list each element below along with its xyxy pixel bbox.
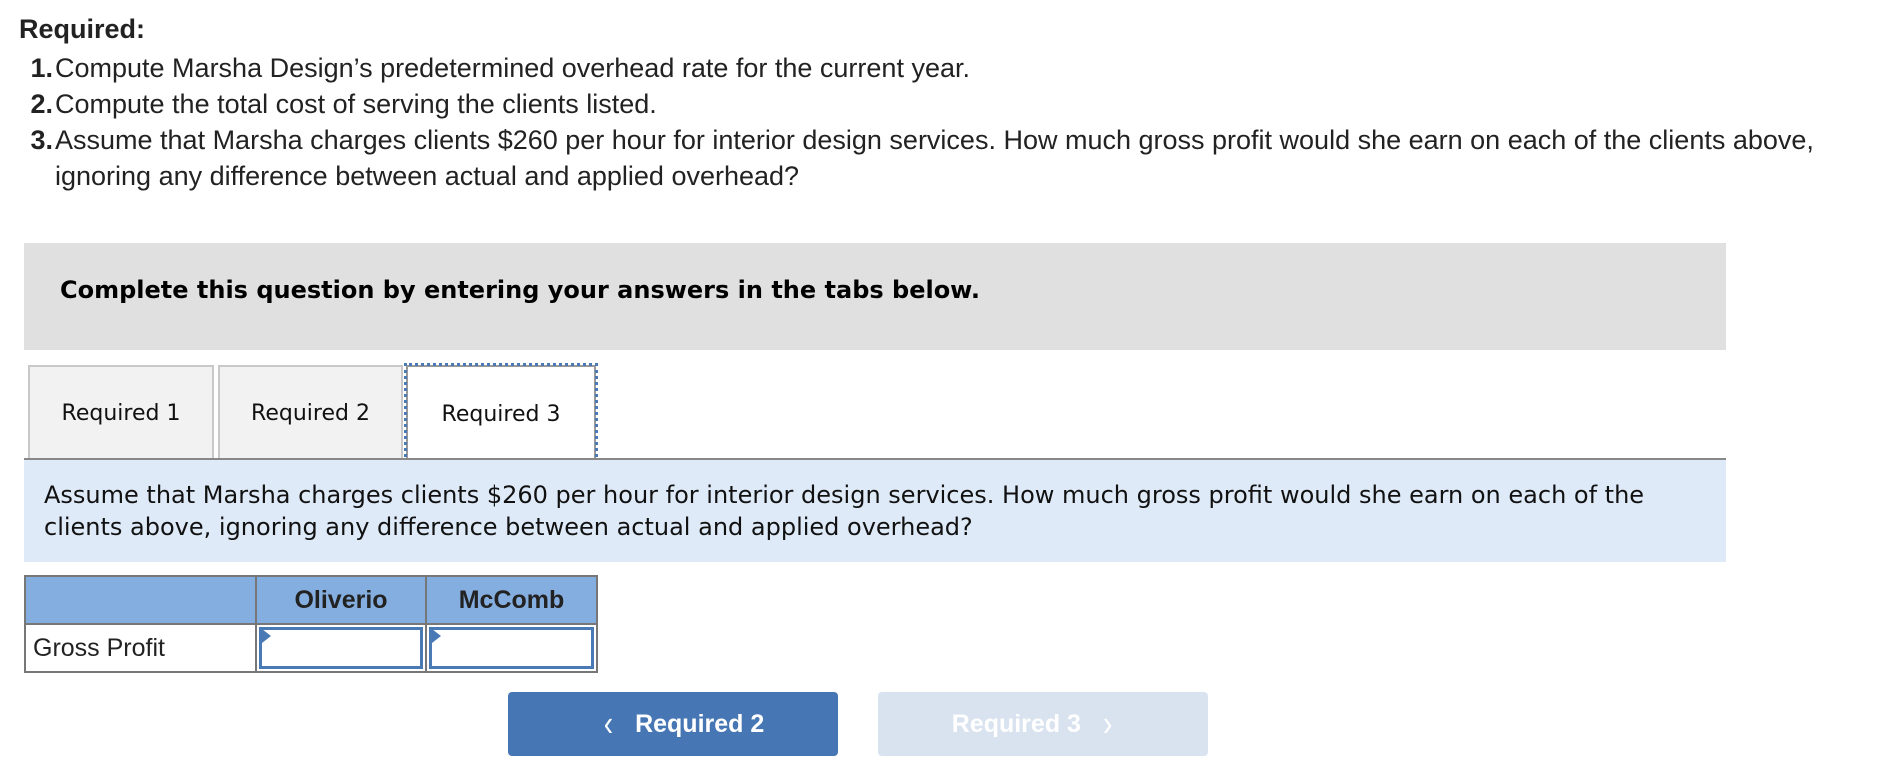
question-prompt-text: Assume that Marsha charges clients $260 …	[44, 481, 1645, 541]
tab-bar: Required 1 Required 2 Required 3	[28, 363, 1726, 463]
header-blank	[24, 575, 257, 625]
next-button-label: Required 3	[951, 709, 1081, 738]
required-heading: Required:	[19, 14, 146, 44]
required-item-number: 3.	[30, 125, 53, 155]
tab-required-3[interactable]: Required 3	[404, 363, 598, 463]
prev-button-label: Required 2	[635, 709, 765, 738]
oliverio-cell	[255, 623, 427, 673]
chevron-right-icon: ›	[1102, 703, 1113, 744]
required-list: 1. Compute Marsha Design’s predetermined…	[19, 50, 1869, 194]
oliverio-gross-profit-input[interactable]	[259, 627, 423, 669]
required-item-text: Compute the total cost of serving the cl…	[55, 89, 657, 119]
gross-profit-table: Oliverio McComb Gross Profit	[24, 575, 598, 673]
table-row: Gross Profit	[24, 623, 598, 673]
input-marker-icon	[432, 629, 441, 643]
prev-required-2-button[interactable]: ‹ Required 2	[508, 692, 838, 756]
required-item-number: 2.	[30, 89, 53, 119]
instruction-banner: Complete this question by entering your …	[24, 243, 1726, 350]
next-required-3-button: Required 3 ›	[878, 692, 1208, 756]
required-item-1: 1. Compute Marsha Design’s predetermined…	[19, 50, 1869, 86]
required-item-text: Assume that Marsha charges clients $260 …	[55, 125, 1814, 191]
header-mccomb: McComb	[425, 575, 598, 625]
mccomb-gross-profit-input[interactable]	[429, 627, 594, 669]
required-item-text: Compute Marsha Design’s predetermined ov…	[55, 53, 970, 83]
input-marker-icon	[262, 629, 271, 643]
required-item-2: 2. Compute the total cost of serving the…	[19, 86, 1869, 122]
mccomb-cell	[425, 623, 598, 673]
instruction-text: Complete this question by entering your …	[60, 276, 980, 304]
row-label-gross-profit: Gross Profit	[24, 623, 257, 673]
table-header-row: Oliverio McComb	[24, 575, 598, 625]
header-oliverio: Oliverio	[255, 575, 427, 625]
required-item-3: 3. Assume that Marsha charges clients $2…	[19, 122, 1869, 194]
tab-required-2[interactable]: Required 2	[218, 365, 403, 459]
required-item-number: 1.	[30, 53, 53, 83]
chevron-left-icon: ‹	[603, 703, 614, 744]
tab-required-1[interactable]: Required 1	[28, 365, 214, 459]
question-prompt-panel: Assume that Marsha charges clients $260 …	[24, 460, 1726, 562]
